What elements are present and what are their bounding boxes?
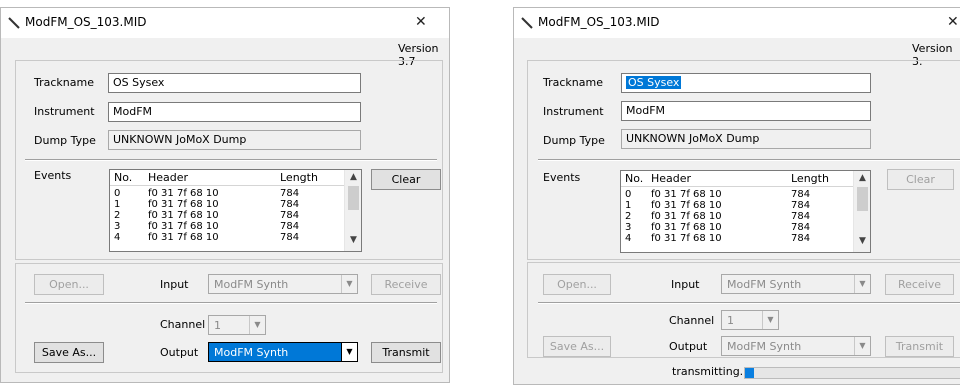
events-scrollbar[interactable]: ▲ ▼ <box>344 170 361 251</box>
list-item[interactable]: 3 f0 31 7f 68 10 784 <box>621 222 855 233</box>
channel-select[interactable]: 1 ▼ <box>208 315 266 335</box>
column-header-header[interactable]: Header <box>651 172 691 185</box>
scroll-thumb[interactable] <box>348 186 359 210</box>
chevron-down-icon[interactable]: ▼ <box>345 235 361 249</box>
chevron-up-icon[interactable]: ▲ <box>345 172 361 186</box>
dump-type-field: UNKNOWN JoMoX Dump <box>108 130 361 150</box>
save-as-button[interactable]: Save As... <box>543 336 611 357</box>
pencil-icon <box>8 17 20 29</box>
instrument-field[interactable]: ModFM <box>621 101 871 121</box>
instrument-label: Instrument <box>34 105 95 118</box>
events-scrollbar[interactable]: ▲ ▼ <box>853 171 870 252</box>
dump-type-label: Dump Type <box>34 134 96 147</box>
channel-label: Channel <box>160 318 206 331</box>
list-item[interactable]: 2 f0 31 7f 68 10 784 <box>621 211 855 222</box>
events-list[interactable]: No. Header Length 0 f0 31 7f 68 10 784 1 f0… <box>109 169 362 252</box>
progress-bar <box>744 367 960 379</box>
events-label: Events <box>34 169 72 182</box>
output-label: Output <box>669 340 708 353</box>
column-header-length[interactable]: Length <box>280 171 318 184</box>
scroll-thumb[interactable] <box>857 187 868 211</box>
trackname-label: Trackname <box>543 76 603 89</box>
dialog-window-right: ModFM_OS_103.MID ✕ Version 3. Trackname … <box>513 7 960 385</box>
separator <box>25 159 437 161</box>
list-item[interactable]: 4 f0 31 7f 68 10 784 <box>621 233 855 244</box>
events-list-header: No. Header Length <box>621 171 855 187</box>
window-title: ModFM_OS_103.MID <box>25 15 147 29</box>
instrument-label: Instrument <box>543 105 604 118</box>
list-item[interactable]: 3 f0 31 7f 68 10 784 <box>110 221 346 232</box>
dropdown-arrow-icon[interactable]: ▼ <box>341 275 357 293</box>
output-select[interactable]: ModFM Synth ▼ <box>721 336 871 356</box>
list-item[interactable]: 0 f0 31 7f 68 10 784 <box>621 189 855 200</box>
close-icon[interactable]: ✕ <box>947 14 959 30</box>
window-title: ModFM_OS_103.MID <box>538 15 660 29</box>
trackname-field[interactable]: OS Sysex <box>621 73 871 93</box>
dropdown-arrow-icon[interactable]: ▼ <box>854 275 870 293</box>
open-button[interactable]: Open... <box>543 274 611 295</box>
separator <box>25 302 437 304</box>
receive-button[interactable]: Receive <box>885 274 954 295</box>
list-item[interactable]: 4 f0 31 7f 68 10 784 <box>110 232 346 243</box>
save-as-button[interactable]: Save As... <box>34 342 104 363</box>
dropdown-arrow-icon[interactable]: ▼ <box>854 337 870 355</box>
list-item[interactable]: 1 f0 31 7f 68 10 784 <box>110 199 346 210</box>
close-icon[interactable]: ✕ <box>415 14 427 30</box>
dropdown-arrow-icon[interactable]: ▼ <box>249 316 265 334</box>
input-select[interactable]: ModFM Synth ▼ <box>721 274 871 294</box>
events-label: Events <box>543 171 581 184</box>
dropdown-arrow-icon[interactable]: ▼ <box>762 311 778 329</box>
trackname-selected-text: OS Sysex <box>626 76 682 89</box>
dump-type-field: UNKNOWN JoMoX Dump <box>621 129 871 149</box>
title-bar[interactable]: ModFM_OS_103.MID ✕ <box>514 8 960 38</box>
output-select[interactable]: ModFM Synth ▼ <box>208 342 358 362</box>
progress-fill <box>745 368 754 378</box>
trackname-label: Trackname <box>34 76 94 89</box>
events-list[interactable]: No. Header Length 0 f0 31 7f 68 10 784 1 f0… <box>620 170 871 253</box>
status-text: transmitting... <box>672 365 751 378</box>
column-header-no[interactable]: No. <box>625 172 643 185</box>
column-header-length[interactable]: Length <box>791 172 829 185</box>
column-header-no[interactable]: No. <box>114 171 132 184</box>
dump-type-label: Dump Type <box>543 134 605 147</box>
chevron-up-icon[interactable]: ▲ <box>854 173 870 187</box>
events-list-header: No. Header Length <box>110 170 346 186</box>
receive-button[interactable]: Receive <box>371 274 441 295</box>
transmit-button[interactable]: Transmit <box>371 342 441 363</box>
input-label: Input <box>671 278 700 291</box>
list-item[interactable]: 0 f0 31 7f 68 10 784 <box>110 188 346 199</box>
input-select[interactable]: ModFM Synth ▼ <box>208 274 358 294</box>
dialog-window-left: ModFM_OS_103.MID ✕ Version 3.7 Trackname… <box>0 7 450 383</box>
input-label: Input <box>160 278 189 291</box>
instrument-field[interactable]: ModFM <box>108 102 361 122</box>
pencil-icon <box>521 17 533 29</box>
channel-label: Channel <box>669 314 715 327</box>
list-item[interactable]: 2 f0 31 7f 68 10 784 <box>110 210 346 221</box>
output-label: Output <box>160 346 199 359</box>
chevron-down-icon[interactable]: ▼ <box>854 236 870 250</box>
trackname-field[interactable]: OS Sysex <box>108 73 361 93</box>
dropdown-arrow-icon[interactable]: ▼ <box>341 343 357 361</box>
separator <box>538 159 960 161</box>
open-button[interactable]: Open... <box>34 274 104 295</box>
clear-button[interactable]: Clear <box>371 169 441 190</box>
clear-button[interactable]: Clear <box>887 169 954 190</box>
transmit-button[interactable]: Transmit <box>885 336 954 357</box>
list-item[interactable]: 1 f0 31 7f 68 10 784 <box>621 200 855 211</box>
separator <box>538 302 960 304</box>
column-header-header[interactable]: Header <box>148 171 188 184</box>
title-bar[interactable]: ModFM_OS_103.MID ✕ <box>1 8 449 38</box>
channel-select[interactable]: 1 ▼ <box>721 310 779 330</box>
